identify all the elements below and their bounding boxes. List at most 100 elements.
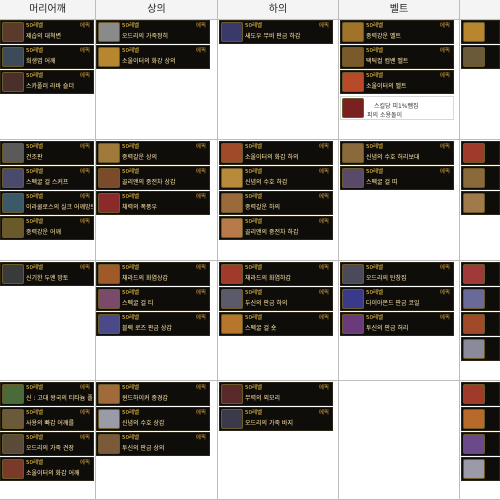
item-card-plain[interactable]: 스킬당 피1%뺌집 피의 소용돌이	[340, 96, 454, 120]
item-rarity: 에픽	[79, 219, 90, 225]
item-icon	[98, 434, 120, 454]
item-icon	[98, 193, 120, 213]
item-icon	[2, 434, 24, 454]
item-rarity: 에픽	[318, 23, 329, 29]
item-card[interactable]	[461, 262, 500, 286]
item-card[interactable]: 50레벨 에픽 스카폴러 라바 숄더	[0, 70, 94, 94]
item-card[interactable]: 50레벨 에픽 다이아몬드 판금 코일	[340, 287, 454, 311]
item-icon	[342, 289, 364, 309]
item-card[interactable]: 50레벨 에픽 소울이터의 벨트	[340, 70, 454, 94]
item-card[interactable]: 50레벨 에픽 신념의 수호 하갑	[219, 166, 333, 190]
item-card[interactable]: 50레벨 에픽 채라드의 화염상갑	[96, 262, 210, 286]
item-card[interactable]: 50레벨 에픽 스펙굴 걸 티	[96, 287, 210, 311]
item-card[interactable]: 50레벨 에픽 사용의 빠갑 어깨를	[0, 407, 94, 431]
item-card[interactable]: 50레벨 에픽 골리앤의 중전차 상갑	[96, 166, 210, 190]
item-card[interactable]	[461, 337, 500, 361]
item-card[interactable]: 50레벨 에픽 두신의 판금 하의	[219, 287, 333, 311]
item-card[interactable]: 50레벨 에픽 중력갈운 하의	[219, 191, 333, 215]
item-tier: 50레벨	[245, 290, 263, 296]
item-icon	[463, 47, 485, 67]
item-icon	[2, 264, 24, 284]
item-card[interactable]: 50레벨 에픽 중력강운 벨트	[340, 20, 454, 44]
item-rarity: 에픽	[318, 385, 329, 391]
item-card[interactable]	[461, 20, 500, 44]
item-card[interactable]: 50레벨 에픽 오드리의 가죽 바지	[219, 407, 333, 431]
item-card[interactable]: 50레벨 에픽 희생엽 어깨	[0, 45, 94, 69]
item-card[interactable]: 50레벨 에픽 오드리의 탄창집	[340, 262, 454, 286]
item-card[interactable]: 50레벨 에픽 오드리의 가죽정히	[96, 20, 210, 44]
item-name: 소울이터의 화강 상의	[122, 58, 176, 65]
item-card[interactable]: 50레벨 에픽 제습의 대척변	[0, 20, 94, 44]
item-name: 오드리의 가죽 견장	[26, 445, 74, 452]
item-card[interactable]: 50레벨 에픽 소울이터의 화갑 어깨	[0, 457, 94, 481]
item-name: 소울이터의 화갑 하의	[245, 154, 299, 161]
item-card[interactable]: 50레벨 에픽 신 : 고대 왕국의 티타늄 폴드론	[0, 382, 94, 406]
item-rarity: 에픽	[439, 73, 450, 79]
item-card[interactable]: 50레벨 에픽 건조판	[0, 141, 94, 165]
item-card[interactable]: 50레벨 에픽 소울이터의 화강 상의	[96, 45, 210, 69]
item-card[interactable]: 50레벨 에픽 중력갈운 상의	[96, 141, 210, 165]
item-icon	[2, 193, 24, 213]
item-icon	[221, 384, 243, 404]
item-card[interactable]: 50레벨 에픽 신념의 수호 상갑	[96, 407, 210, 431]
item-card[interactable]: 50레벨 에픽 채라드의 화염하갑	[219, 262, 333, 286]
item-card[interactable]: 50레벨 에픽 투신의 판금 허리	[340, 312, 454, 336]
item-tier: 50레벨	[26, 144, 44, 150]
item-card[interactable]	[461, 312, 500, 336]
item-tier: 50레벨	[26, 460, 44, 466]
item-name: 스킬당 피1%뺌집	[374, 103, 419, 110]
item-card[interactable]	[461, 287, 500, 311]
item-card[interactable]	[461, 382, 500, 406]
item-card[interactable]	[461, 432, 500, 456]
item-card[interactable]	[461, 407, 500, 431]
item-card[interactable]	[461, 45, 500, 69]
item-card[interactable]: 50레벨 에픽 오드리의 가죽 견장	[0, 432, 94, 456]
item-card[interactable]	[461, 457, 500, 481]
item-tier: 50레벨	[122, 315, 140, 321]
item-card[interactable]: 50레벨 에픽 블랙 로즈 판금 상갑	[96, 312, 210, 336]
item-card[interactable]: 50레벨 에픽 이라쿨로스의 실크 어깨망토	[0, 191, 94, 215]
item-tier: 50레벨	[245, 23, 263, 29]
item-card[interactable]: 50레벨 에픽 중력강운 어깨	[0, 216, 94, 240]
item-card[interactable]: 50레벨 에픽 무력의 외모리	[219, 382, 333, 406]
item-icon	[2, 409, 24, 429]
item-icon	[221, 22, 243, 42]
item-card[interactable]: 50레벨 에픽 신기한 두엔 망토	[0, 262, 94, 286]
grid-line	[459, 0, 460, 500]
item-card[interactable]	[461, 141, 500, 165]
item-rarity: 에픽	[79, 169, 90, 175]
item-rarity: 에픽	[195, 169, 206, 175]
item-tier: 50레벨	[245, 410, 263, 416]
item-card[interactable]: 50레벨 에픽 윈드하이커 중경갑	[96, 382, 210, 406]
item-name: 중력갈운 상의	[122, 154, 158, 161]
item-card[interactable]: 50레벨 에픽 소울이터의 화갑 하의	[219, 141, 333, 165]
item-rarity: 에픽	[318, 290, 329, 296]
item-card[interactable]	[461, 191, 500, 215]
item-icon	[2, 168, 24, 188]
item-icon	[463, 459, 485, 479]
item-rarity: 에픽	[318, 315, 329, 321]
item-card[interactable]	[461, 166, 500, 190]
item-icon	[342, 47, 364, 67]
item-name: 중력강운 벨트	[366, 33, 402, 40]
item-icon	[463, 314, 485, 334]
item-card[interactable]: 50레벨 에픽 스펙굴 걸 스커프	[0, 166, 94, 190]
item-tier: 50레벨	[122, 144, 140, 150]
item-card[interactable]: 50레벨 에픽 신념의 수호 허리보대	[340, 141, 454, 165]
item-icon	[221, 289, 243, 309]
item-icon	[221, 409, 243, 429]
item-card[interactable]: 50레벨 에픽 골리앤의 중전차 하갑	[219, 216, 333, 240]
item-rarity: 에픽	[195, 410, 206, 416]
item-rarity: 에픽	[318, 169, 329, 175]
item-icon	[463, 168, 485, 188]
item-rarity: 에픽	[195, 385, 206, 391]
item-tier: 50레벨	[122, 385, 140, 391]
item-tier: 50레벨	[366, 290, 384, 296]
item-icon	[98, 264, 120, 284]
item-card[interactable]: 50레벨 에픽 채력의 폭풍우	[96, 191, 210, 215]
item-card[interactable]: 50레벨 에픽 스펙굴 걸 띠	[340, 166, 454, 190]
item-card[interactable]: 50레벨 에픽 택틱컬 컴밴 벨트	[340, 45, 454, 69]
item-card[interactable]: 50레벨 에픽 스펙굴 걸 숏	[219, 312, 333, 336]
item-card[interactable]: 50레벨 에픽 투신의 판금 상의	[96, 432, 210, 456]
item-card[interactable]: 50레벨 에픽 새도우 무비 판금 하갑	[219, 20, 333, 44]
